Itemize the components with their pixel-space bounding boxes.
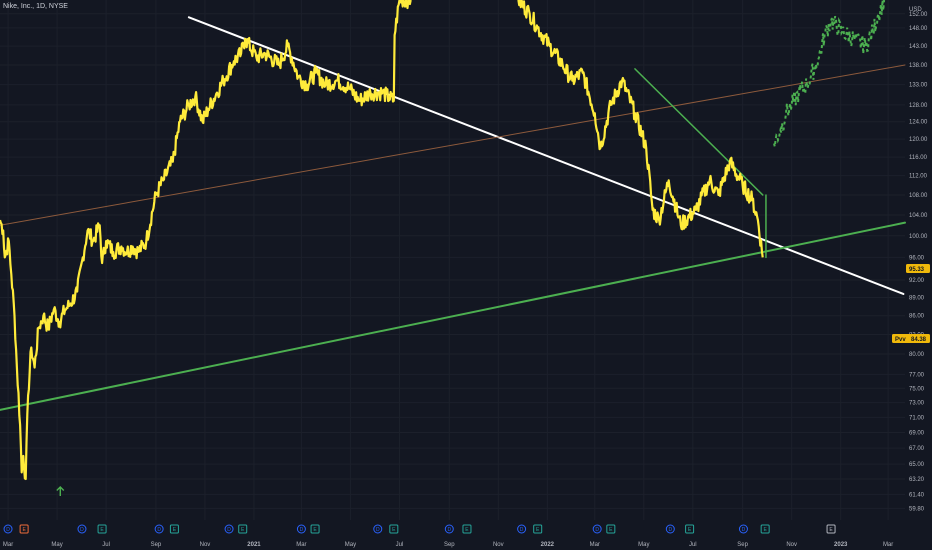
y-tick-label: 100.00 bbox=[909, 234, 928, 240]
y-tick-label: 108.00 bbox=[909, 193, 928, 199]
y-tick-label: 65.00 bbox=[909, 462, 925, 468]
y-tick-label: 71.00 bbox=[909, 415, 925, 421]
x-tick-label: May bbox=[345, 542, 356, 548]
event-marker-letter: D bbox=[157, 527, 161, 533]
event-marker-letter: D bbox=[447, 527, 451, 533]
x-tick-label: May bbox=[51, 542, 62, 548]
currency-label: USD bbox=[909, 7, 922, 13]
x-tick-label: Jul bbox=[689, 542, 697, 548]
x-tick-label: Nov bbox=[200, 542, 211, 548]
y-tick-label: 86.00 bbox=[909, 314, 925, 320]
pivot-badge-value: 84.38 bbox=[911, 337, 927, 343]
x-tick-label: Sep bbox=[151, 542, 162, 548]
event-marker-letter: D bbox=[742, 527, 746, 533]
y-tick-label: 77.00 bbox=[909, 372, 925, 378]
x-tick-label: Mar bbox=[590, 542, 600, 548]
y-tick-label: 143.00 bbox=[909, 44, 928, 50]
event-marker-letter: D bbox=[595, 527, 599, 533]
y-tick-label: 59.80 bbox=[909, 506, 925, 512]
y-tick-label: 80.00 bbox=[909, 352, 925, 358]
x-tick-label: Mar bbox=[883, 542, 893, 548]
event-marker-letter: D bbox=[668, 527, 672, 533]
x-tick-label: Mar bbox=[3, 542, 13, 548]
y-tick-label: 112.00 bbox=[909, 174, 928, 180]
x-tick-label: Nov bbox=[493, 542, 504, 548]
y-tick-label: 89.00 bbox=[909, 296, 925, 302]
x-tick-label: Mar bbox=[296, 542, 306, 548]
pivot-badge: Pvv 84.38 bbox=[892, 334, 930, 343]
y-tick-label: 61.40 bbox=[909, 492, 925, 498]
y-tick-label: 92.00 bbox=[909, 278, 925, 284]
x-tick-label: Sep bbox=[444, 542, 455, 548]
event-marker-letter: D bbox=[6, 527, 10, 533]
x-tick-label: Jul bbox=[396, 542, 404, 548]
event-marker-letter: D bbox=[520, 527, 524, 533]
symbol-label[interactable]: Nike, Inc., 1D, NYSE bbox=[3, 3, 68, 10]
x-tick-label: Sep bbox=[737, 542, 748, 548]
y-tick-label: 96.00 bbox=[909, 255, 925, 261]
event-marker-letter: D bbox=[80, 527, 84, 533]
y-tick-label: 69.00 bbox=[909, 430, 925, 436]
y-tick-label: 67.00 bbox=[909, 446, 925, 452]
x-tick-label: Jul bbox=[102, 542, 110, 548]
x-tick-label: 2021 bbox=[247, 542, 261, 548]
y-tick-label: 73.00 bbox=[909, 401, 925, 407]
x-tick-label: Nov bbox=[786, 542, 797, 548]
price-chart[interactable]: DEDEDEDEDEDEDEDEDEDEDEE 152.00148.00143.… bbox=[0, 0, 932, 550]
y-tick-label: 104.00 bbox=[909, 213, 928, 219]
y-tick-label: 128.00 bbox=[909, 103, 928, 109]
pivot-badge-label: Pvv bbox=[895, 337, 906, 343]
y-tick-label: 138.00 bbox=[909, 63, 928, 69]
x-tick-label: 2023 bbox=[834, 542, 848, 548]
y-tick-label: 120.00 bbox=[909, 137, 928, 143]
last-price-badge: 95.33 bbox=[906, 264, 930, 273]
chart-background bbox=[0, 0, 932, 550]
event-marker-letter: D bbox=[227, 527, 231, 533]
y-tick-label: 133.00 bbox=[909, 83, 928, 89]
x-tick-label: 2022 bbox=[541, 542, 555, 548]
y-tick-label: 63.20 bbox=[909, 477, 925, 483]
event-marker-letter: D bbox=[300, 527, 304, 533]
y-tick-label: 148.00 bbox=[909, 26, 928, 32]
y-tick-label: 75.00 bbox=[909, 386, 925, 392]
event-marker-letter: D bbox=[376, 527, 380, 533]
y-tick-label: 116.00 bbox=[909, 155, 928, 161]
y-tick-label: 124.00 bbox=[909, 120, 928, 126]
x-tick-label: May bbox=[638, 542, 649, 548]
last-price-value: 95.33 bbox=[909, 267, 925, 273]
